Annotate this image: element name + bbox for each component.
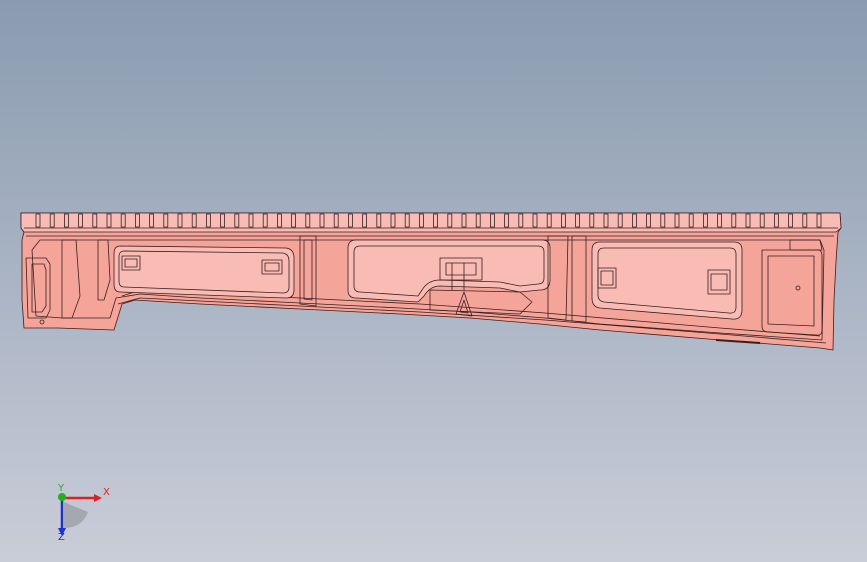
- y-axis-origin-dot: [58, 493, 66, 501]
- y-axis-label: Y: [58, 483, 65, 494]
- viewport-canvas[interactable]: [0, 0, 867, 562]
- x-axis-label: X: [103, 487, 110, 498]
- z-axis-label: Z: [58, 532, 65, 543]
- cad-viewport[interactable]: X Y Z: [0, 0, 867, 562]
